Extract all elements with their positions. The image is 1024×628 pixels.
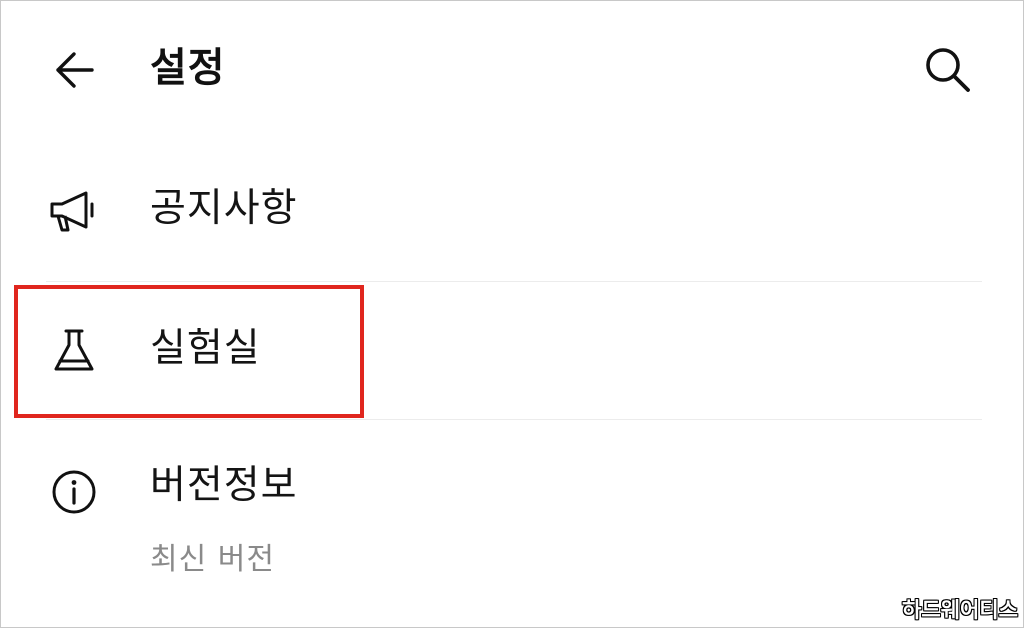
menu-item-label: 버전정보 <box>150 463 298 508</box>
page-title: 설정 <box>150 45 226 91</box>
search-icon <box>926 48 970 92</box>
megaphone-icon <box>44 182 104 242</box>
info-icon <box>44 462 104 522</box>
watermark: 하드웨어티스 <box>902 598 1018 622</box>
version-status: 최신 버전 <box>150 542 275 577</box>
back-button[interactable] <box>46 42 102 98</box>
divider <box>46 419 982 420</box>
search-button[interactable] <box>918 40 978 100</box>
arrow-left-icon <box>56 52 94 88</box>
highlight-box <box>14 285 364 418</box>
divider <box>46 281 982 282</box>
app-header: 설정 <box>0 0 1024 136</box>
menu-item-label: 공지사항 <box>150 186 298 231</box>
